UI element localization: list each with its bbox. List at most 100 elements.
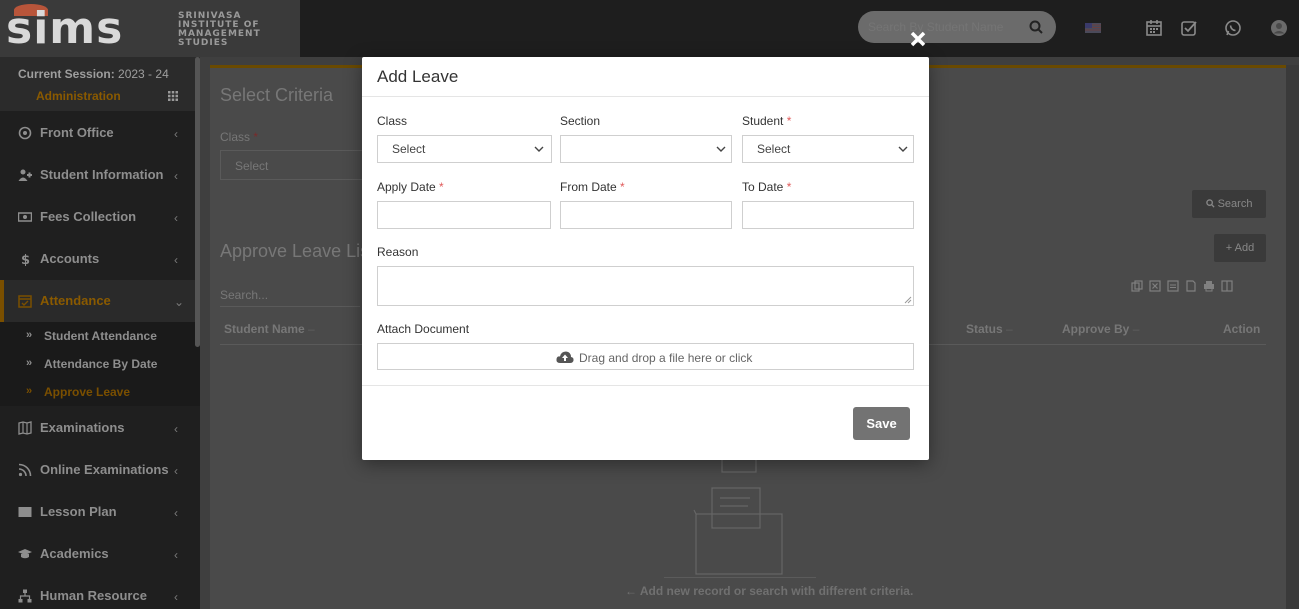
search-icon[interactable]	[1028, 19, 1044, 35]
section-label: Section	[560, 114, 601, 128]
divider	[362, 96, 929, 97]
column-status[interactable]: Status –	[966, 322, 1013, 336]
chevron-down-icon: ⌄	[174, 295, 185, 309]
double-arrow-icon: »	[26, 357, 33, 369]
session-label: Current Session: 2023 - 24	[18, 67, 169, 81]
print-icon[interactable]	[1203, 280, 1215, 292]
money-icon	[18, 212, 32, 222]
column-approve-by[interactable]: Approve By –	[1062, 322, 1139, 336]
reason-label: Reason	[377, 245, 419, 259]
sidebar-item-label: Front Office	[40, 125, 114, 140]
student-select[interactable]: Select	[742, 135, 914, 163]
main-scrollbar[interactable]	[1286, 65, 1299, 609]
sidebar-item-student-information[interactable]: Student Information ‹	[0, 154, 200, 196]
excel-icon[interactable]	[1149, 280, 1161, 292]
sidebar-subitem-label: Student Attendance	[44, 329, 157, 343]
chevron-left-icon: ‹	[174, 169, 178, 183]
sidebar-item-label: Student Information	[40, 167, 164, 182]
pdf-icon[interactable]	[1185, 280, 1197, 292]
class-label-text: Class	[220, 130, 251, 144]
column-label: Status	[966, 322, 1003, 336]
sort-icon: –	[1006, 322, 1013, 336]
from-date-input[interactable]	[560, 201, 732, 229]
column-student-name[interactable]: Student Name –	[224, 322, 315, 336]
apply-date-input[interactable]	[377, 201, 551, 229]
save-button[interactable]: Save	[853, 407, 910, 440]
front-office-icon	[18, 126, 32, 140]
select-criteria-title: Select Criteria	[220, 85, 334, 105]
double-arrow-icon: »	[26, 385, 33, 397]
student-search-input[interactable]	[868, 11, 1028, 43]
grid-icon[interactable]	[168, 91, 178, 101]
flag-icon[interactable]	[1084, 19, 1102, 37]
resize-handle-icon[interactable]	[904, 296, 912, 304]
task-check-icon[interactable]	[1180, 19, 1198, 37]
user-avatar-icon[interactable]	[1270, 19, 1288, 37]
sidebar-item-label: Examinations	[40, 420, 125, 435]
table-search[interactable]: Search...	[220, 288, 268, 302]
student-label-text: Student	[742, 114, 784, 128]
column-label: Approve By	[1062, 322, 1130, 336]
student-info-icon	[18, 169, 32, 181]
add-button[interactable]: + Add	[1214, 234, 1266, 262]
sidebar-subitem-student-attendance[interactable]: » Student Attendance	[0, 322, 200, 350]
search-button[interactable]: Search	[1192, 190, 1266, 218]
sidebar-item-lesson-plan[interactable]: Lesson Plan ‹	[0, 491, 200, 533]
class-label: Class	[377, 114, 408, 128]
session-panel: Current Session: 2023 - 24 Administratio…	[0, 57, 200, 111]
map-icon	[18, 421, 32, 435]
institute-line: STUDIES	[178, 38, 229, 48]
session-value: 2023 - 24	[118, 67, 169, 81]
sidebar-item-attendance[interactable]: Attendance ⌄	[0, 280, 200, 322]
to-date-input[interactable]	[742, 201, 914, 229]
sidebar-item-label: Human Resource	[40, 588, 147, 603]
chevron-left-icon: ‹	[174, 464, 178, 478]
whatsapp-icon[interactable]	[1224, 19, 1242, 37]
class-select[interactable]: Select	[377, 135, 552, 163]
from-date-label-text: From Date	[560, 180, 617, 194]
chevron-left-icon: ‹	[174, 253, 178, 267]
required-mark: *	[620, 180, 625, 194]
logo-word: sims	[6, 3, 124, 54]
calendar-check-icon	[18, 295, 32, 308]
add-leave-modal: Add Leave Class Select Section Student *…	[362, 57, 929, 460]
copy-icon[interactable]	[1131, 280, 1143, 292]
sidebar-subitem-approve-leave[interactable]: » Approve Leave	[0, 378, 200, 406]
chevron-left-icon: ‹	[174, 548, 178, 562]
close-icon[interactable]	[907, 28, 929, 50]
apply-date-label-text: Apply Date	[377, 180, 436, 194]
sitemap-icon	[18, 589, 32, 603]
sidebar-item-label: Academics	[40, 546, 109, 561]
to-date-label: To Date *	[742, 180, 791, 194]
student-label: Student *	[742, 114, 791, 128]
sidebar-item-front-office[interactable]: Front Office ‹	[0, 112, 200, 154]
logo[interactable]: sims SRINIVASA INSTITUTE OF MANAGEMENT S…	[0, 0, 300, 57]
svg-text:$: $	[21, 253, 30, 266]
graduation-cap-icon	[18, 549, 32, 559]
to-date-label-text: To Date	[742, 180, 784, 194]
sidebar-subitem-attendance-by-date[interactable]: » Attendance By Date	[0, 350, 200, 378]
section-select[interactable]	[560, 135, 732, 163]
sidebar-item-fees-collection[interactable]: Fees Collection ‹	[0, 196, 200, 238]
student-search-box	[858, 11, 1056, 43]
sidebar-item-accounts[interactable]: $ Accounts ‹	[0, 238, 200, 280]
file-dropzone[interactable]: Drag and drop a file here or click	[377, 343, 914, 370]
column-action[interactable]: Action	[1223, 322, 1260, 336]
class-select[interactable]: Select	[220, 150, 370, 180]
sidebar-item-examinations[interactable]: Examinations ‹	[0, 407, 200, 449]
sidebar: Current Session: 2023 - 24 Administratio…	[0, 57, 200, 609]
sidebar-item-online-examinations[interactable]: Online Examinations ‹	[0, 449, 200, 491]
reason-textarea[interactable]	[377, 266, 914, 306]
columns-icon[interactable]	[1221, 280, 1233, 292]
modal-title: Add Leave	[377, 67, 459, 86]
sidebar-item-academics[interactable]: Academics ‹	[0, 533, 200, 575]
column-label: Student Name	[224, 322, 305, 336]
sidebar-item-label: Online Examinations	[40, 462, 169, 477]
sidebar-subitem-label: Attendance By Date	[44, 357, 158, 371]
csv-icon[interactable]	[1167, 280, 1179, 292]
sidebar-item-human-resource[interactable]: Human Resource ‹	[0, 575, 200, 609]
sidebar-item-label: Lesson Plan	[40, 504, 117, 519]
calendar-icon[interactable]	[1145, 19, 1163, 37]
top-header: sims SRINIVASA INSTITUTE OF MANAGEMENT S…	[0, 0, 1299, 57]
empty-state-message[interactable]: ← Add new record or search with differen…	[625, 584, 913, 598]
